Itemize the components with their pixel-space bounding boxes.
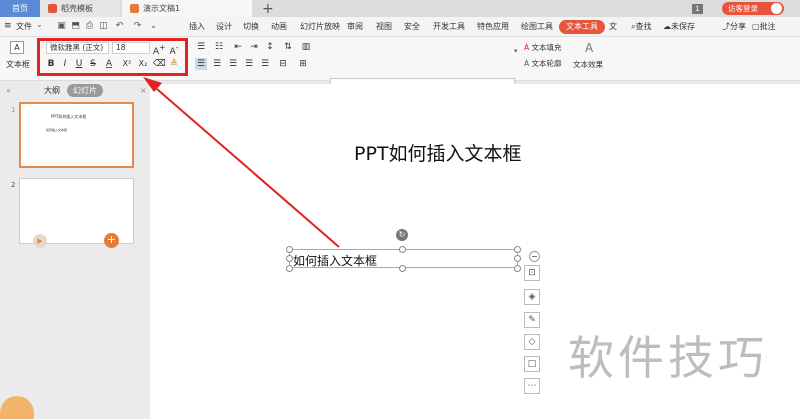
arrow-line [149,82,340,248]
watermark: 软件技巧 [568,331,768,385]
